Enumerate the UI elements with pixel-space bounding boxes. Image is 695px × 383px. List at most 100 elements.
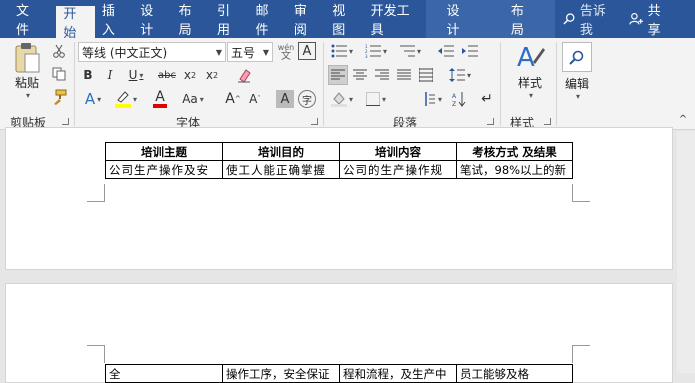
styles-label: 样式 <box>517 76 542 90</box>
phonetic-guide-icon[interactable]: wén 文 <box>276 41 296 63</box>
training-table[interactable]: 培训主题 培训目的 培训内容 考核方式 及结果 公司生产操作及安 使工人能正确掌… <box>105 142 573 179</box>
tab-table-design[interactable]: 设计 <box>426 0 491 38</box>
align-center-icon[interactable] <box>350 65 370 85</box>
table-cell[interactable]: 公司的生产操作规 <box>339 160 457 179</box>
editing-dropdown-icon[interactable]: ▾ <box>576 92 580 101</box>
paste-button[interactable]: 粘贴 ▾ <box>10 42 44 100</box>
editing-button[interactable]: 编辑 ▾ <box>560 42 594 101</box>
ribbon-separator <box>74 42 75 126</box>
font-size-value: 五号 <box>231 45 256 60</box>
collapse-ribbon-icon[interactable]: ^ <box>676 112 690 126</box>
clipboard-launcher-icon[interactable] <box>62 118 69 125</box>
styles-button[interactable]: A 样式 ▾ <box>510 42 550 100</box>
document-area[interactable]: 培训主题 培训目的 培训内容 考核方式 及结果 公司生产操作及安 使工人能正确掌… <box>0 127 695 383</box>
tab-table-layout[interactable]: 布局 <box>490 0 556 38</box>
font-launcher-icon[interactable] <box>311 118 318 125</box>
user-add-icon <box>629 13 644 25</box>
tab-home[interactable]: 开始 <box>56 4 95 41</box>
font-size-combo[interactable]: 五号 ▼ <box>227 42 273 62</box>
copy-icon[interactable] <box>50 65 68 83</box>
tab-view[interactable]: 视图 <box>325 0 363 38</box>
font-name-value: 等线 (中文正文) <box>82 45 168 60</box>
subscript-icon[interactable]: x2 <box>181 66 199 84</box>
strikethrough-icon[interactable]: abc <box>157 66 177 84</box>
increase-indent-icon[interactable] <box>460 42 480 60</box>
paste-dropdown-icon[interactable]: ▾ <box>26 91 30 100</box>
sort-icon[interactable]: AZ <box>450 89 468 109</box>
tab-references[interactable]: 引用 <box>210 0 248 38</box>
table-cell[interactable]: 操作工序，安全保证 <box>222 364 340 383</box>
decrease-indent-icon[interactable] <box>436 42 456 60</box>
bold-icon[interactable]: B <box>80 66 96 84</box>
tab-developer[interactable]: 开发工具 <box>364 0 427 38</box>
ribbon-tab-bar: 文件 开始 插入 设计 布局 引用 邮件 审阅 视图 开发工具 设计 布局 告诉… <box>0 0 695 41</box>
tab-mailings[interactable]: 邮件 <box>248 0 286 38</box>
tab-layout[interactable]: 布局 <box>172 0 210 38</box>
clipboard-icon <box>15 43 40 73</box>
superscript-icon[interactable]: x2 <box>203 66 221 84</box>
paragraph-launcher-icon[interactable] <box>487 118 494 125</box>
table-cell[interactable]: 公司生产操作及安 <box>105 160 223 179</box>
highlight-color-icon[interactable]: ▾ <box>112 89 140 109</box>
styles-dropdown-icon[interactable]: ▾ <box>529 91 533 100</box>
font-color-icon[interactable]: A <box>146 89 174 109</box>
bullets-icon[interactable]: ▾ <box>328 42 356 60</box>
shading-icon[interactable]: ▾ <box>328 89 356 109</box>
editing-label: 编辑 <box>564 77 589 91</box>
grow-font-icon[interactable]: A ^ <box>224 89 242 109</box>
page-2[interactable]: 全 操作工序，安全保证 程和流程，及生产中 员工能够及格 <box>5 283 673 383</box>
text-effects-icon[interactable]: A ▾ <box>80 89 106 109</box>
enclose-characters-icon[interactable]: 字 <box>298 90 316 108</box>
ribbon-home: 粘贴 ▾ 剪贴板 等线 (中文正文) ▼ 五号 ▼ wén 文 A B I U ▾ … <box>0 38 695 130</box>
table-header-cell[interactable]: 培训主题 <box>105 142 223 161</box>
underline-icon[interactable]: U ▾ <box>124 66 148 84</box>
crop-mark <box>87 345 105 363</box>
table-cell[interactable]: 使工人能正确掌握 <box>222 160 340 179</box>
italic-icon[interactable]: I <box>102 66 118 84</box>
table-header-cell[interactable]: 培训目的 <box>222 142 340 161</box>
styles-launcher-icon[interactable] <box>544 118 551 125</box>
table-cell[interactable]: 程和流程，及生产中 <box>339 364 457 383</box>
justify-icon[interactable] <box>394 65 414 85</box>
align-left-icon[interactable] <box>328 65 348 85</box>
distributed-icon[interactable] <box>416 65 436 85</box>
search-icon <box>562 42 592 72</box>
table-cell[interactable]: 员工能够及格 <box>456 364 573 383</box>
tab-insert[interactable]: 插入 <box>95 0 133 38</box>
tab-review[interactable]: 审阅 <box>287 0 325 38</box>
share-label: 共享 <box>647 4 661 38</box>
table-cell[interactable]: 笔试，98%以上的新 <box>456 160 573 179</box>
numbering-icon[interactable]: 1 2 3 ▾ <box>362 42 390 60</box>
svg-text:A: A <box>452 93 457 100</box>
share-button[interactable]: 共享 <box>629 0 695 38</box>
font-name-combo[interactable]: 等线 (中文正文) ▼ <box>78 42 226 62</box>
chinese-layout-icon[interactable]: ▾ <box>420 89 444 109</box>
change-case-icon[interactable]: Aa ▾ <box>178 89 208 109</box>
tab-file[interactable]: 文件 <box>0 0 56 38</box>
crop-mark <box>87 184 105 202</box>
paste-label: 粘贴 <box>14 76 39 90</box>
multilevel-list-icon[interactable]: ▾ <box>396 42 424 60</box>
line-spacing-icon[interactable]: ▾ <box>446 65 474 85</box>
table-header-cell[interactable]: 考核方式 及结果 <box>456 142 573 161</box>
vertical-scrollbar[interactable] <box>677 131 695 373</box>
show-marks-icon[interactable]: ↵ <box>478 89 496 109</box>
clear-formatting-icon[interactable] <box>234 65 254 85</box>
styles-icon: A <box>517 43 545 73</box>
table-header-cell[interactable]: 培训内容 <box>339 142 457 161</box>
tab-design[interactable]: 设计 <box>133 0 171 38</box>
svg-text:Z: Z <box>452 101 456 107</box>
table-cell[interactable]: 全 <box>105 364 223 383</box>
cut-icon[interactable] <box>50 42 68 60</box>
training-table-continued[interactable]: 全 操作工序，安全保证 程和流程，及生产中 员工能够及格 <box>105 364 573 383</box>
shrink-font-icon[interactable]: Aˇ <box>246 89 264 109</box>
ribbon-separator <box>556 42 557 126</box>
character-shading-icon[interactable]: A <box>276 90 294 108</box>
svg-text:3: 3 <box>365 54 368 58</box>
tell-me-search[interactable]: 告诉我 <box>555 0 629 38</box>
align-right-icon[interactable] <box>372 65 392 85</box>
format-painter-icon[interactable] <box>50 88 68 106</box>
character-border-icon[interactable]: A <box>298 42 316 60</box>
page-1[interactable]: 培训主题 培训目的 培训内容 考核方式 及结果 公司生产操作及安 使工人能正确掌… <box>5 127 673 270</box>
borders-icon[interactable]: ▾ <box>362 89 390 109</box>
